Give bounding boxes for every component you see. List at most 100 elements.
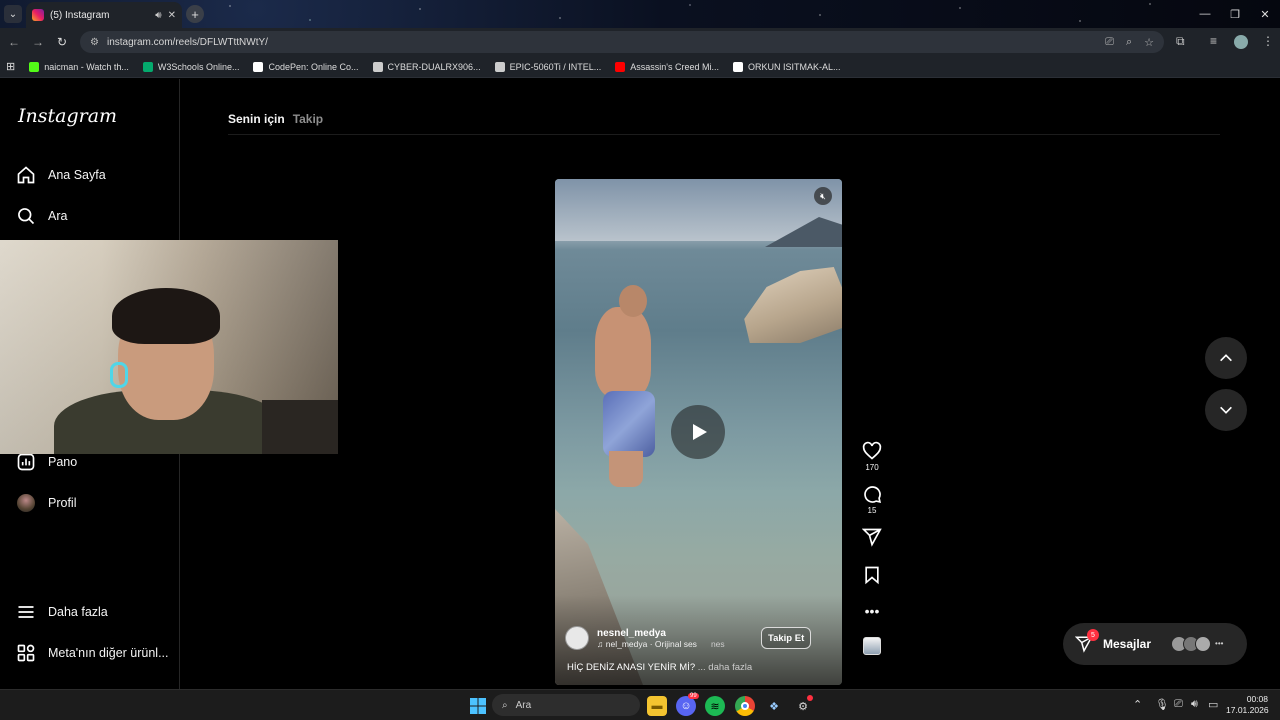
store-favicon-icon: [372, 61, 383, 72]
next-reel-button[interactable]: [1205, 389, 1247, 431]
bookmark-star-icon[interactable]: ☆: [1144, 36, 1154, 49]
reload-icon[interactable]: ↻: [54, 34, 70, 50]
tab-search-menu-button[interactable]: ⌄: [4, 5, 22, 23]
microphone-icon[interactable]: 🎙︎: [1155, 698, 1169, 711]
clock-date: 17.01.2026: [1226, 705, 1269, 715]
sidebar-item-label: Meta'nın diğer ürünl...: [48, 646, 169, 660]
bookmark-icon: [865, 566, 879, 585]
volume-icon[interactable]: 🔊︎: [1191, 698, 1198, 711]
share-button[interactable]: [862, 527, 882, 547]
audio-page-button[interactable]: [863, 637, 881, 655]
minimize-window-button[interactable]: —: [1190, 0, 1220, 28]
site-info-icon[interactable]: ⚙: [90, 37, 99, 48]
instagram-logo[interactable]: Instagram: [18, 105, 117, 127]
close-tab-icon[interactable]: ✕: [168, 10, 176, 21]
document-favicon-icon: [733, 61, 744, 72]
install-app-icon[interactable]: ⎚: [1105, 36, 1114, 49]
forward-arrow-icon[interactable]: →: [30, 34, 46, 50]
bookmark-item[interactable]: naicman - Watch th...: [29, 61, 129, 72]
save-button[interactable]: [862, 565, 882, 585]
share-icon: [862, 528, 882, 547]
close-window-button[interactable]: ✕: [1250, 0, 1280, 28]
w3schools-favicon-icon: [142, 61, 153, 72]
reel-caption[interactable]: HİÇ DENİZ ANASI YENİR Mİ? ... daha fazla: [567, 662, 752, 673]
bookmark-label: naicman - Watch th...: [44, 61, 129, 72]
follow-button[interactable]: Takip Et: [761, 627, 812, 649]
more-options-icon[interactable]: •••: [865, 603, 880, 619]
codepen-favicon-icon: [253, 61, 264, 72]
taskbar-search-placeholder: Ara: [515, 699, 532, 711]
sidebar-item-label: Pano: [48, 455, 78, 469]
new-tab-button[interactable]: +: [186, 5, 204, 23]
search-icon: ⌕: [502, 699, 508, 711]
bookmark-label: EPIC-5060Ti / INTEL...: [509, 61, 602, 72]
sidebar-item-meta[interactable]: Meta'nın diğer ürünl...: [16, 641, 169, 665]
browser-tab-instagram[interactable]: (5) Instagram 🔊︎ ✕: [26, 2, 182, 28]
tray-chevron-up-icon[interactable]: ⌃: [1133, 698, 1142, 711]
address-bar[interactable]: ⚙ instagram.com/reels/DFLWTttNWtY/ ⎚ ⌕ ☆: [80, 31, 1164, 53]
tab-for-you[interactable]: Senin için: [228, 112, 285, 126]
notification-dot: [807, 695, 813, 701]
zoom-icon[interactable]: ⌕: [1126, 36, 1132, 49]
play-button[interactable]: [671, 405, 725, 459]
sidebar-item-more[interactable]: Daha fazla: [16, 600, 108, 624]
sidebar-item-profile[interactable]: Profil: [16, 491, 76, 515]
bookmark-label: CodePen: Online Co...: [268, 61, 359, 72]
spotify-icon[interactable]: ≋: [705, 696, 725, 716]
profile-avatar[interactable]: [1234, 35, 1248, 49]
comment-icon: [864, 486, 882, 504]
previous-reel-button[interactable]: [1205, 337, 1247, 379]
author-username[interactable]: nesnel_medya: [597, 628, 725, 639]
extensions-icon[interactable]: ⧉: [1176, 34, 1185, 49]
bookmark-item[interactable]: ORKUN ISITMAK-AL...: [733, 61, 841, 72]
webcam-background-object: [262, 400, 338, 454]
back-arrow-icon[interactable]: ←: [6, 34, 22, 50]
like-count: 170: [865, 463, 879, 472]
tab-title: (5) Instagram: [50, 9, 110, 21]
like-button[interactable]: 170: [862, 441, 882, 472]
restore-window-button[interactable]: ❐: [1220, 0, 1250, 28]
bookmark-item[interactable]: W3Schools Online...: [142, 61, 239, 72]
apps-grid-icon[interactable]: ⊞: [6, 60, 15, 73]
app-icon[interactable]: ❖: [764, 696, 784, 716]
messages-button[interactable]: 5 Mesajlar •••: [1063, 623, 1247, 665]
bookmark-item[interactable]: CodePen: Online Co...: [253, 61, 359, 72]
discord-icon[interactable]: ☺: [676, 696, 696, 716]
author-avatar[interactable]: [565, 626, 589, 650]
rock-image: [744, 267, 842, 343]
home-icon: [16, 165, 36, 185]
instagram-favicon-icon: [32, 9, 44, 21]
comment-button[interactable]: 15: [862, 484, 882, 515]
clock-time: 00:08: [1246, 694, 1268, 704]
reel-audio[interactable]: ♫ nel_medya · Orijinal ses nes: [597, 639, 725, 649]
hamburger-menu-icon: [16, 602, 36, 622]
battery-icon[interactable]: ▭: [1208, 698, 1218, 711]
browser-tab-bar: ⌄ (5) Instagram 🔊︎ ✕ + — ❐ ✕: [0, 0, 1280, 28]
youtube-favicon-icon: [615, 61, 626, 72]
mute-toggle-icon[interactable]: 🔇︎: [814, 187, 832, 205]
heart-icon: [862, 441, 882, 460]
messages-label: Mesajlar: [1103, 637, 1152, 651]
reel-video[interactable]: 🔇︎ nesnel_medya ♫ nel_medya · Orijinal s…: [555, 179, 842, 685]
divider: [228, 134, 1220, 135]
file-explorer-icon[interactable]: ▬: [647, 696, 667, 716]
browser-toolbar: ← → ↻ ⚙ instagram.com/reels/DFLWTttNWtY/…: [0, 28, 1280, 56]
sidebar-item-home[interactable]: Ana Sayfa: [16, 163, 106, 187]
more-dots-icon: •••: [1215, 639, 1224, 648]
bookmark-label: ORKUN ISITMAK-AL...: [748, 61, 841, 72]
browser-menu-icon[interactable]: ⋮: [1262, 34, 1274, 48]
speaker-icon[interactable]: 🔊︎: [155, 10, 161, 21]
bookmark-item[interactable]: CYBER-DUALRX906...: [372, 61, 481, 72]
windows-start-icon[interactable]: [468, 696, 488, 716]
bookmark-item[interactable]: EPIC-5060Ti / INTEL...: [494, 61, 602, 72]
taskbar-search[interactable]: ⌕ Ara: [492, 694, 640, 716]
sidebar-item-search[interactable]: Ara: [16, 204, 67, 228]
bookmark-item[interactable]: Assassin's Creed Mi...: [615, 61, 719, 72]
webcam-overlay: [0, 240, 338, 454]
media-control-icon[interactable]: ≡: [1210, 34, 1217, 48]
network-icon[interactable]: ⎚: [1174, 698, 1183, 711]
tab-following[interactable]: Takip: [293, 112, 323, 126]
system-clock[interactable]: 00:08 17.01.2026: [1226, 694, 1269, 716]
caption-more-link[interactable]: ... daha fazla: [698, 662, 752, 673]
chrome-icon[interactable]: [735, 696, 755, 716]
